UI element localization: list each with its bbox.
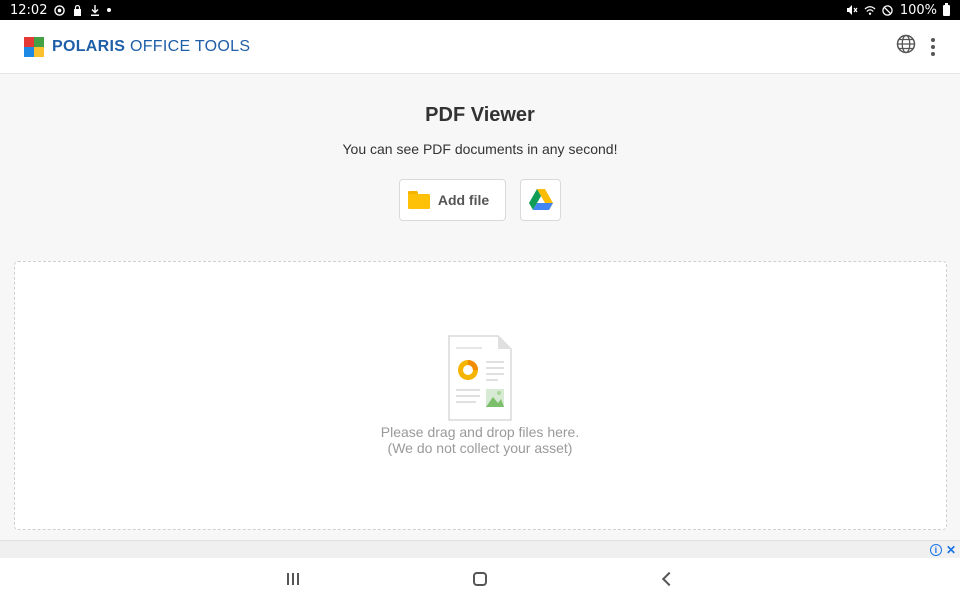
add-file-button[interactable]: Add file [398,179,507,221]
brand-name: POLARIS OFFICE TOOLS [52,38,250,56]
ad-close-icon[interactable]: ✕ [946,543,956,557]
brand-name-bold: POLARIS [52,37,126,55]
status-bar-right: 100% [846,2,950,18]
document-illustration-icon [448,335,512,421]
folder-icon [407,191,430,209]
status-time: 12:02 [10,2,48,18]
battery-percent: 100% [899,2,937,18]
drop-zone-line1: Please drag and drop files here. [380,424,580,440]
google-drive-button[interactable] [520,179,562,221]
drop-zone-text: Please drag and drop files here. (We do … [0,424,960,456]
back-button[interactable] [647,559,687,599]
brand-name-rest: OFFICE TOOLS [125,37,251,55]
google-drive-icon [528,189,553,210]
page-subtitle: You can see PDF documents in any second! [342,141,618,157]
home-button[interactable] [460,559,500,599]
page-title: PDF Viewer [425,104,535,126]
hero-section: PDF Viewer You can see PDF documents in … [0,74,960,221]
do-not-disturb-icon [882,4,894,16]
home-icon [472,572,487,586]
upload-buttons: Add file [0,179,960,221]
status-bar: 12:02 100% [0,0,960,20]
back-icon [661,571,676,587]
status-bar-left: 12:02 [10,2,112,18]
brand-logo-link[interactable]: POLARIS OFFICE TOOLS [24,36,250,57]
recents-button[interactable] [273,559,313,599]
globe-icon[interactable] [896,34,916,59]
ad-info-icon[interactable]: i [929,544,942,556]
recents-icon [287,573,300,585]
battery-icon [943,2,950,16]
polaris-logo-icon [24,36,44,57]
ad-controls: i ✕ [929,541,956,559]
mute-icon [846,4,858,16]
chrome-icon [53,4,65,16]
download-icon [89,4,101,16]
ad-banner[interactable]: i ✕ [0,540,960,558]
add-file-label: Add file [437,192,490,208]
app-header: POLARIS OFFICE TOOLS [0,20,960,74]
drop-zone-line2: (We do not collect your asset) [387,440,573,456]
lock-icon [71,4,83,16]
header-actions [896,34,936,59]
wifi-icon [864,4,876,16]
system-nav-bar [0,558,960,600]
more-vert-icon[interactable] [930,37,936,56]
dot-icon [107,8,112,12]
